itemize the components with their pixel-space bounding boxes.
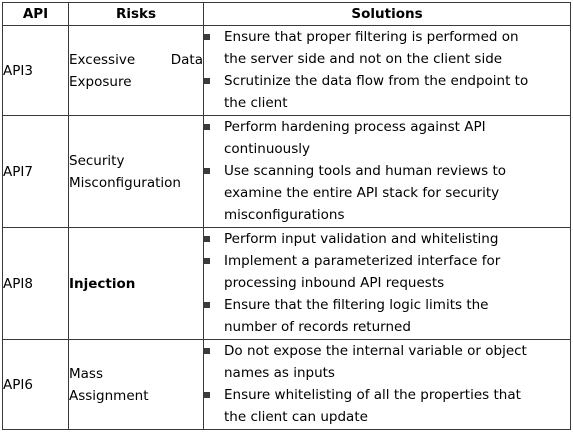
solutions-list: Perform hardening process against API co… — [204, 116, 570, 226]
solution-line: the client can update — [224, 409, 368, 425]
square-bullet-icon — [204, 236, 210, 242]
api-id: API7 — [2, 115, 69, 228]
header-api: API — [2, 2, 69, 26]
solution-line: Do not expose the internal variable or o… — [224, 343, 527, 359]
square-bullet-icon — [204, 78, 210, 84]
solution-line: Ensure whitelisting of all the propertie… — [224, 387, 521, 403]
solution-line: continuously — [224, 141, 310, 157]
risk-line: Excessive Data — [69, 51, 203, 68]
header-solutions: Solutions — [203, 2, 571, 26]
api-id: API8 — [2, 227, 69, 340]
header-row: API Risks Solutions — [2, 2, 571, 26]
solution-item: Ensure that the filtering logic limits t… — [204, 294, 570, 338]
solution-line: Ensure that proper filtering is performe… — [224, 29, 519, 45]
solutions-cell: Ensure that proper filtering is performe… — [203, 25, 571, 116]
risk-line: Assignment — [69, 387, 149, 404]
solution-line: the client — [224, 95, 288, 111]
table-row: API8 Injection Perform input validation … — [2, 227, 571, 340]
solution-line: Scrutinize the data flow from the endpoi… — [224, 73, 529, 89]
api-id: API6 — [2, 339, 69, 430]
solution-line: examine the entire API stack for securit… — [224, 185, 500, 201]
solution-line: the server side and not on the client si… — [224, 51, 503, 67]
solution-line: Implement a parameterized interface for — [224, 253, 501, 269]
table-row: API7 Security Misconfiguration Perform h… — [2, 115, 571, 228]
risk-line: Injection — [69, 275, 136, 292]
solution-line: processing inbound API requests — [224, 275, 445, 291]
square-bullet-icon — [204, 348, 210, 354]
solution-line: number of records returned — [224, 319, 411, 335]
solution-item: Ensure that proper filtering is performe… — [204, 26, 570, 70]
solution-item: Use scanning tools and human reviews to … — [204, 160, 570, 226]
risk-line: Mass — [69, 365, 103, 382]
square-bullet-icon — [204, 258, 210, 264]
api-id: API3 — [2, 25, 69, 116]
solutions-list: Ensure that proper filtering is performe… — [204, 26, 570, 114]
solution-item: Implement a parameterized interface for … — [204, 250, 570, 294]
solution-item: Do not expose the internal variable or o… — [204, 340, 570, 384]
square-bullet-icon — [204, 392, 210, 398]
solution-item: Perform hardening process against API co… — [204, 116, 570, 160]
solutions-cell: Perform input validation and whitelistin… — [203, 227, 571, 340]
solution-line: Ensure that the filtering logic limits t… — [224, 297, 489, 313]
solutions-list: Do not expose the internal variable or o… — [204, 340, 570, 428]
square-bullet-icon — [204, 124, 210, 130]
risk-name: Excessive Data Exposure — [68, 25, 204, 116]
solution-item: Ensure whitelisting of all the propertie… — [204, 384, 570, 428]
api-risks-table: API Risks Solutions API3 Excessive Data … — [2, 2, 571, 430]
square-bullet-icon — [204, 302, 210, 308]
solution-line: Use scanning tools and human reviews to — [224, 163, 507, 179]
solutions-cell: Do not expose the internal variable or o… — [203, 339, 571, 430]
solution-item: Scrutinize the data flow from the endpoi… — [204, 70, 570, 114]
solution-item: Perform input validation and whitelistin… — [204, 228, 570, 250]
risk-line: Exposure — [69, 73, 132, 90]
risk-name: Injection — [68, 227, 204, 340]
square-bullet-icon — [204, 168, 210, 174]
solution-line: misconfigurations — [224, 207, 345, 223]
header-risks: Risks — [68, 2, 204, 26]
square-bullet-icon — [204, 34, 210, 40]
solutions-list: Perform input validation and whitelistin… — [204, 228, 570, 338]
risk-line: Security — [69, 152, 125, 169]
table-row: API6 Mass Assignment Do not expose the i… — [2, 339, 571, 430]
risk-name: Security Misconfiguration — [68, 115, 204, 228]
solution-line: names as inputs — [224, 365, 335, 381]
table-row: API3 Excessive Data Exposure Ensure that… — [2, 25, 571, 116]
risk-name: Mass Assignment — [68, 339, 204, 430]
solutions-cell: Perform hardening process against API co… — [203, 115, 571, 228]
solution-line: Perform input validation and whitelistin… — [224, 231, 499, 247]
solution-line: Perform hardening process against API — [224, 119, 486, 135]
risk-line: Misconfiguration — [69, 174, 181, 191]
